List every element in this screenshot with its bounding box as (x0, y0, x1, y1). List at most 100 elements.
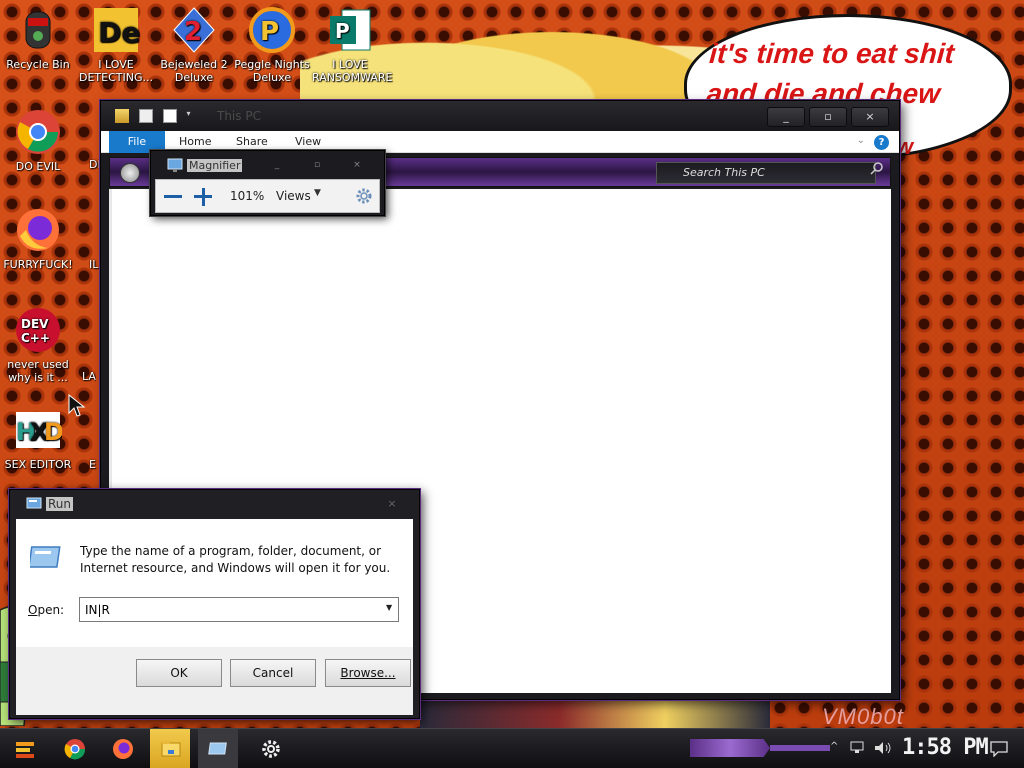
views-chevron-down-icon[interactable]: ▼ (314, 188, 321, 198)
desktop-icon-ransomware[interactable]: P I LOVE RANSOMWARE (312, 6, 393, 84)
peggle-icon: P (248, 6, 296, 54)
properties-icon[interactable] (138, 108, 153, 123)
desktop-icon-i-love-detecting[interactable]: De I LOVE DETECTING... (78, 6, 154, 84)
run-description: Type the name of a program, folder, docu… (80, 544, 391, 575)
qat-chevron-down-icon[interactable]: ▾ (186, 109, 194, 123)
chrome-icon (64, 739, 86, 760)
desktop-icon-peggle[interactable]: P Peggle Nights Deluxe (234, 6, 310, 84)
open-label-rest: pen: (37, 603, 65, 617)
bejeweled-icon: 2 (170, 6, 218, 54)
wallpaper-bottom-art (420, 698, 770, 728)
publisher-icon: P (326, 6, 374, 54)
desktop-icon-hxd[interactable]: HXD SEX EDITOR (0, 406, 76, 471)
svg-text:P: P (260, 17, 279, 47)
firefox-icon (14, 206, 62, 254)
svg-text:DEV: DEV (21, 317, 49, 331)
notification-icon[interactable] (990, 741, 1008, 757)
run-close-button[interactable]: × (379, 494, 405, 514)
watermark: VM0b0t (822, 704, 904, 729)
clock[interactable]: 1:58 PM (902, 735, 989, 760)
taskbar-decoration (690, 739, 770, 757)
combobox-chevron-down-icon[interactable]: ▼ (386, 603, 392, 612)
magnifier-app-icon (167, 158, 183, 172)
magnifier-window: Magnifier _ ▫ × 101% Views ▼ (150, 150, 385, 216)
desktop-icon-label: FURRYFUCK! (3, 258, 73, 271)
gear-icon[interactable] (355, 187, 373, 205)
back-button-icon[interactable] (120, 163, 140, 183)
explorer-title: This PC (217, 109, 261, 123)
desktop-icon-recycle-bin[interactable]: Recycle Bin (0, 6, 76, 71)
help-icon[interactable]: ? (874, 135, 889, 150)
run-icon (208, 742, 227, 755)
search-icon[interactable] (870, 161, 884, 175)
browse-button[interactable]: Browse... (325, 659, 411, 687)
desktop-icon-bejeweled[interactable]: 2 Bejeweled 2 Deluxe (156, 6, 232, 84)
svg-text:D: D (44, 418, 62, 446)
taskbar: ^ 1:58 PM (0, 728, 1024, 768)
desktop-icon-chrome[interactable]: DO EVIL (0, 108, 76, 173)
zoom-level: 101% (230, 189, 265, 203)
magnifier-title: Magnifier (187, 159, 243, 172)
chrome-icon (14, 108, 62, 156)
svg-text:2: 2 (184, 17, 202, 47)
gear-icon (262, 740, 280, 758)
taskbar-run[interactable] (198, 729, 238, 768)
magnifier-toolbar: 101% Views ▼ (155, 179, 380, 213)
run-title: Run (46, 497, 74, 511)
recycle-bin-icon (14, 6, 62, 54)
run-dialog: Run × Type the name of a program, folder… (9, 489, 420, 719)
run-app-icon (26, 497, 42, 509)
desktop-icon-label: DO EVIL (15, 160, 61, 173)
i-love-detecting-icon: De (92, 6, 140, 54)
open-combobox-input[interactable] (79, 597, 399, 622)
new-folder-icon[interactable] (162, 108, 177, 123)
desktop-icon-label: Peggle Nights Deluxe (234, 58, 310, 84)
run-button-bar: OK Cancel Browse... (16, 647, 413, 715)
quick-access-toolbar: ▾ (115, 108, 200, 124)
desktop-icon-firefox[interactable]: FURRYFUCK! (0, 206, 76, 271)
explorer-titlebar[interactable]: ▾ This PC _ ▫ × (101, 101, 899, 131)
desktop-icon-label: Recycle Bin (6, 58, 70, 71)
start-icon (16, 742, 34, 758)
zoom-out-icon[interactable] (164, 195, 182, 198)
svg-text:C++: C++ (21, 331, 50, 345)
hidden-icon-label: LAN (82, 370, 96, 383)
views-dropdown[interactable]: Views (276, 189, 311, 203)
explorer-app-icon[interactable] (115, 108, 129, 123)
tray-chevron-up-icon[interactable]: ^ (830, 741, 838, 752)
desktop-icon-label: I LOVE DETECTING... (79, 58, 153, 84)
volume-icon[interactable] (874, 741, 892, 755)
taskbar-decoration-line (770, 745, 830, 751)
magnifier-close-button[interactable]: × (344, 159, 370, 171)
hxd-icon: HXD (14, 406, 64, 454)
cancel-button[interactable]: Cancel (230, 659, 316, 687)
magnifier-maximize-button[interactable]: ▫ (304, 159, 330, 171)
mouse-cursor-icon (68, 394, 86, 417)
minimize-button[interactable]: _ (767, 107, 805, 127)
magnifier-minimize-button[interactable]: _ (264, 159, 290, 171)
taskbar-firefox[interactable] (102, 729, 142, 768)
svg-text:P: P (335, 19, 350, 43)
taskbar-chrome[interactable] (54, 729, 94, 768)
desktop-icon-label: I LOVE RANSOMWARE (312, 58, 393, 84)
run-program-icon (30, 546, 61, 568)
ok-button[interactable]: OK (136, 659, 222, 687)
close-button[interactable]: × (851, 107, 889, 127)
folder-icon (161, 741, 181, 757)
desktop-icon-label: SEX EDITOR (4, 458, 72, 471)
run-body: Type the name of a program, folder, docu… (16, 519, 413, 715)
firefox-icon (113, 739, 133, 759)
desktop-icon-label: never used why is it ... (7, 358, 69, 384)
devcpp-icon: DEV C++ (14, 306, 62, 354)
search-input[interactable]: Search This PC (656, 162, 876, 184)
taskbar-file-explorer[interactable] (150, 729, 190, 768)
desktop-icon-label: Bejeweled 2 Deluxe (160, 58, 228, 84)
start-button[interactable] (4, 729, 44, 768)
open-label: Open: (28, 603, 64, 617)
taskbar-settings[interactable] (250, 729, 290, 768)
ribbon-expand-chevron-icon[interactable]: ⌄ (857, 135, 865, 146)
maximize-button[interactable]: ▫ (809, 107, 847, 127)
desktop-icon-devcpp[interactable]: DEV C++ never used why is it ... (0, 306, 76, 384)
network-icon[interactable] (850, 741, 866, 755)
zoom-in-icon-vertical[interactable] (201, 188, 205, 206)
